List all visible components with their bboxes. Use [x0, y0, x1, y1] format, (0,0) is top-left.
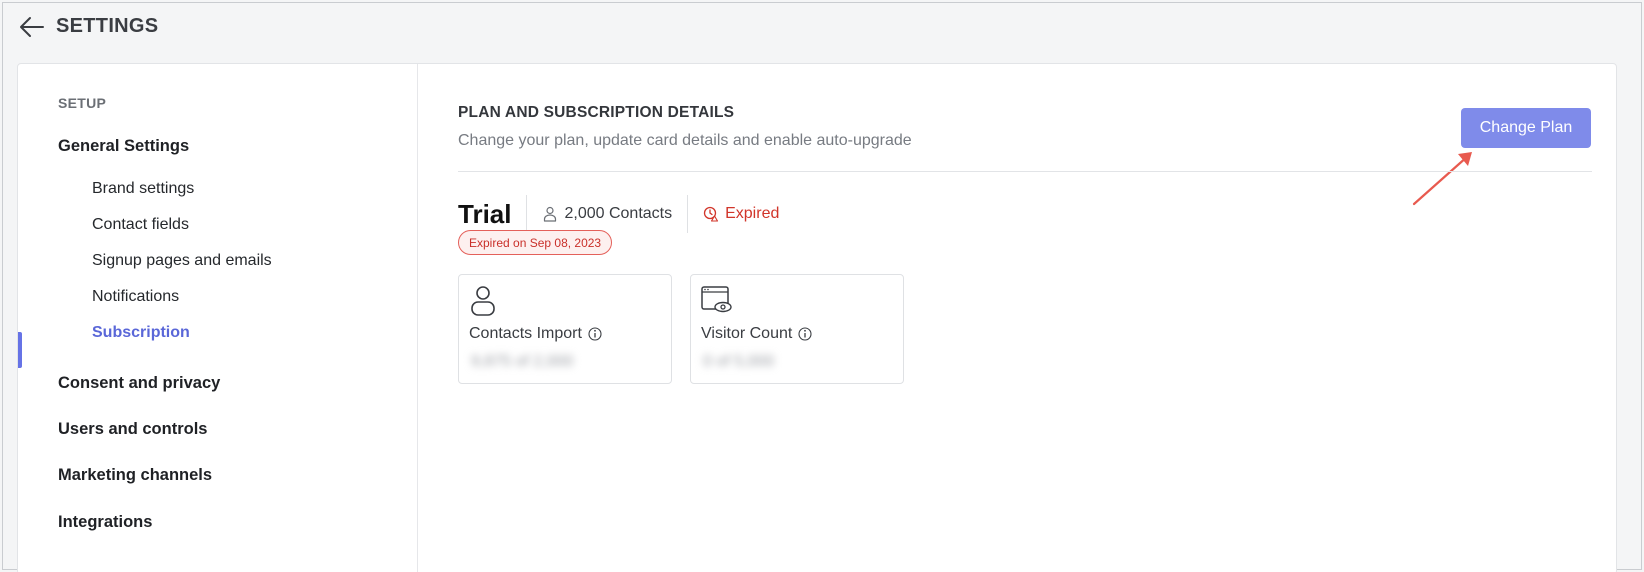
- sidebar-item-contact-fields[interactable]: Contact fields: [92, 216, 189, 234]
- plan-status-label: Expired: [725, 205, 780, 222]
- top-bar: SETTINGS: [3, 3, 1641, 61]
- plan-summary: Trial 2,000 Contacts Expired: [458, 194, 779, 234]
- plan-contacts: 2,000 Contacts: [527, 205, 687, 223]
- back-button[interactable]: [17, 12, 47, 42]
- sidebar-item-signup-pages[interactable]: Signup pages and emails: [92, 252, 272, 270]
- sidebar-group-consent-privacy[interactable]: Consent and privacy: [58, 374, 220, 393]
- sidebar-item-brand-settings[interactable]: Brand settings: [92, 180, 194, 198]
- arrow-left-icon: [20, 17, 44, 37]
- usage-card-label: Contacts Import: [469, 325, 602, 343]
- sidebar-item-subscription[interactable]: Subscription: [92, 324, 190, 342]
- sidebar-section-label: SETUP: [58, 95, 107, 111]
- section-subtitle: Change your plan, update card details an…: [458, 132, 912, 149]
- contacts-import-label: Contacts Import: [469, 325, 582, 342]
- plan-status: Expired: [688, 205, 779, 223]
- active-indicator: [18, 332, 22, 368]
- clock-alert-icon: [703, 206, 719, 222]
- page-title: SETTINGS: [56, 15, 159, 37]
- plan-name: Trial: [458, 198, 512, 229]
- browser-eye-icon: [701, 286, 732, 313]
- contacts-import-value: 9,875 of 2,000: [471, 353, 574, 370]
- expired-badge: Expired on Sep 08, 2023: [458, 230, 613, 255]
- info-icon[interactable]: [588, 327, 602, 341]
- visitor-count-value: 0 of 5,000: [703, 353, 775, 370]
- subscription-main: PLAN AND SUBSCRIPTION DETAILS Change you…: [418, 64, 1618, 572]
- usage-card-visitor-count: Visitor Count 0 of 5,000: [690, 274, 904, 384]
- sidebar-group-marketing-channels[interactable]: Marketing channels: [58, 466, 212, 485]
- sidebar-group-users-controls[interactable]: Users and controls: [58, 420, 207, 439]
- sidebar-group-integrations[interactable]: Integrations: [58, 513, 152, 532]
- annotation-arrow-icon: [1412, 152, 1472, 206]
- settings-panel: SETUP General Settings Brand settings Co…: [17, 63, 1617, 572]
- usage-card-contacts-import: Contacts Import 9,875 of 2,000: [458, 274, 672, 384]
- settings-sidebar: SETUP General Settings Brand settings Co…: [18, 64, 418, 572]
- user-icon: [471, 286, 495, 316]
- user-icon: [544, 206, 557, 222]
- sidebar-item-notifications[interactable]: Notifications: [92, 288, 179, 306]
- settings-window: SETTINGS SETUP General Settings Brand se…: [2, 2, 1642, 572]
- section-title: PLAN AND SUBSCRIPTION DETAILS: [458, 104, 735, 121]
- info-icon[interactable]: [798, 327, 812, 341]
- usage-card-label: Visitor Count: [701, 325, 812, 343]
- plan-contacts-label: 2,000 Contacts: [564, 205, 673, 222]
- sidebar-group-general-settings[interactable]: General Settings: [58, 137, 189, 156]
- visitor-count-label: Visitor Count: [701, 325, 793, 342]
- section-divider: [458, 171, 1592, 172]
- change-plan-button[interactable]: Change Plan: [1461, 108, 1591, 148]
